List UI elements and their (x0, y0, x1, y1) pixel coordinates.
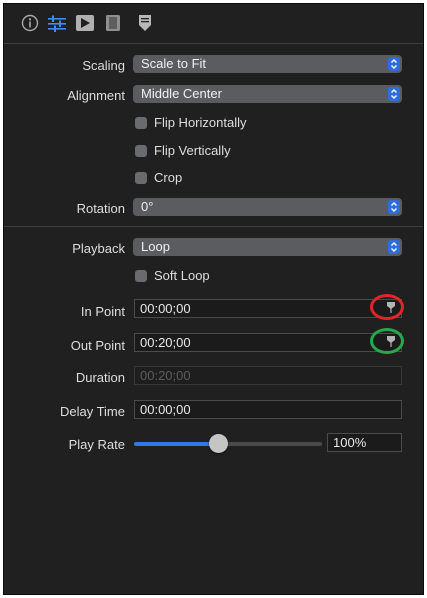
play-icon[interactable] (75, 13, 95, 33)
in-point-label: In Point (80, 304, 125, 319)
scaling-label: Scaling (82, 58, 125, 73)
inspector-panel: Scaling Scale to Fit Alignment Middle Ce… (3, 3, 424, 595)
play-rate-label: Play Rate (68, 437, 125, 452)
flip-vertically-label: Flip Vertically (154, 143, 231, 158)
film-icon[interactable] (103, 13, 123, 33)
play-rate-slider-knob[interactable] (209, 434, 228, 453)
soft-loop-label: Soft Loop (154, 268, 210, 283)
duration-label: Duration (75, 370, 125, 385)
flip-horizontally-checkbox[interactable] (135, 117, 147, 129)
section-divider (4, 226, 423, 227)
sliders-icon[interactable] (47, 13, 67, 33)
rotation-select[interactable]: 0° (133, 198, 402, 216)
in-point-field[interactable]: 00:00;00 (134, 299, 402, 318)
playback-select[interactable]: Loop (133, 238, 402, 256)
crop-label: Crop (154, 170, 183, 185)
alignment-label: Alignment (67, 88, 125, 103)
playback-value: Loop (141, 239, 170, 254)
flip-vertically-checkbox[interactable] (135, 145, 147, 157)
crop-checkbox[interactable] (135, 172, 147, 184)
playback-label: Playback (72, 241, 125, 256)
alignment-value: Middle Center (141, 86, 222, 101)
soft-loop-checkbox[interactable] (135, 270, 147, 282)
scaling-select[interactable]: Scale to Fit (133, 55, 402, 73)
in-point-highlight-circle (370, 294, 404, 320)
play-rate-slider-track[interactable] (218, 442, 322, 446)
inspector-toolbar (4, 4, 423, 40)
select-stepper-icon (388, 200, 400, 214)
select-stepper-icon (388, 57, 400, 71)
rotation-label: Rotation (76, 201, 125, 216)
out-point-highlight-circle (370, 328, 404, 354)
delay-time-field[interactable]: 00:00;00 (134, 400, 402, 419)
out-point-field[interactable]: 00:20;00 (134, 333, 402, 352)
alignment-select[interactable]: Middle Center (133, 85, 402, 103)
duration-field: 00:20;00 (134, 366, 402, 385)
play-rate-field[interactable]: 100% (327, 433, 402, 452)
toolbar-divider (4, 43, 423, 44)
marker-icon[interactable] (135, 13, 155, 33)
flip-horizontally-label: Flip Horizontally (154, 115, 247, 130)
out-point-label: Out Point (70, 338, 125, 353)
play-rate-slider-fill (134, 442, 218, 446)
info-icon[interactable] (20, 13, 40, 33)
select-stepper-icon (388, 240, 400, 254)
delay-time-label: Delay Time (59, 404, 125, 419)
scaling-value: Scale to Fit (141, 56, 207, 71)
select-stepper-icon (388, 87, 400, 101)
rotation-value: 0° (141, 199, 154, 214)
